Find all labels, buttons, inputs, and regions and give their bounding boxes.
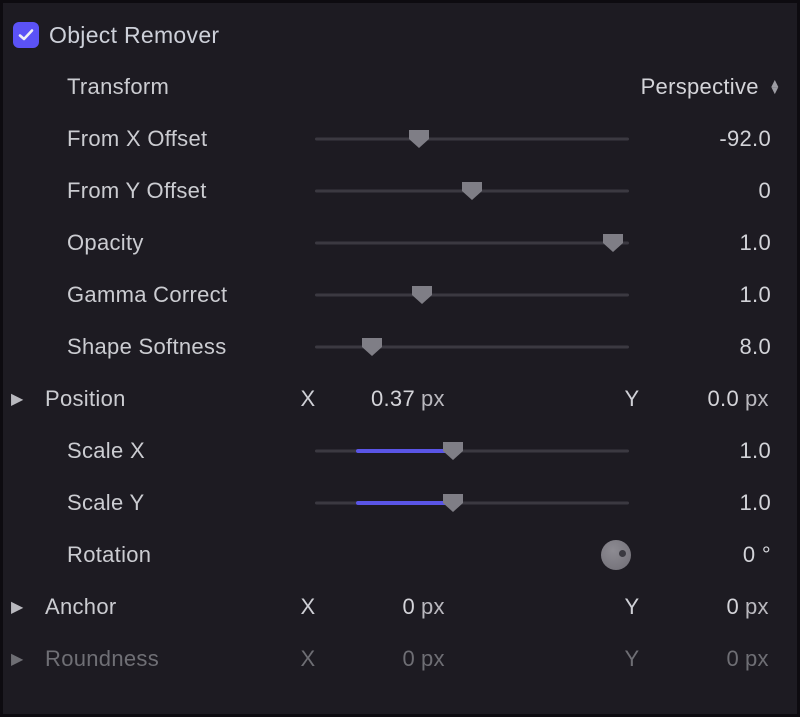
roundness-y-axis: Y	[617, 646, 647, 672]
roundness-x-axis: X	[293, 646, 323, 672]
roundness-row: ▶ Roundness X 0 px Y 0 px	[11, 633, 789, 685]
from-x-offset-label: From X Offset	[45, 126, 315, 152]
shape-softness-row: Shape Softness 8.0	[11, 321, 789, 373]
anchor-y-axis: Y	[617, 594, 647, 620]
scale-y-row: Scale Y 1.0	[11, 477, 789, 529]
slider-thumb-icon	[411, 285, 433, 305]
position-x-axis: X	[293, 386, 323, 412]
position-y-value[interactable]: 0.0	[647, 386, 745, 412]
from-y-offset-row: From Y Offset 0	[11, 165, 789, 217]
rotation-value[interactable]: 0 °	[641, 542, 789, 568]
anchor-disclosure[interactable]: ▶	[11, 597, 45, 617]
roundness-x-value[interactable]: 0	[323, 646, 421, 672]
slider-thumb-icon	[602, 233, 624, 253]
scale-y-value[interactable]: 1.0	[641, 490, 789, 516]
from-y-offset-value[interactable]: 0	[641, 178, 789, 204]
slider-thumb-icon	[442, 441, 464, 461]
triangle-right-icon: ▶	[11, 597, 24, 617]
from-y-offset-slider[interactable]	[315, 178, 629, 204]
gamma-correct-value[interactable]: 1.0	[641, 282, 789, 308]
roundness-y-value[interactable]: 0	[647, 646, 745, 672]
position-x-unit: px	[421, 386, 461, 412]
scale-x-row: Scale X 1.0	[11, 425, 789, 477]
checkmark-icon	[18, 27, 34, 43]
slider-thumb-icon	[361, 337, 383, 357]
transform-row: Transform Perspective ▲▼	[11, 61, 789, 113]
roundness-label: Roundness	[45, 646, 293, 672]
anchor-label: Anchor	[45, 594, 293, 620]
from-y-offset-label: From Y Offset	[45, 178, 315, 204]
gamma-correct-label: Gamma Correct	[45, 282, 315, 308]
shape-softness-slider[interactable]	[315, 334, 629, 360]
from-x-offset-value[interactable]: -92.0	[641, 126, 789, 152]
anchor-y-unit: px	[745, 594, 789, 620]
scale-x-value[interactable]: 1.0	[641, 438, 789, 464]
slider-thumb-icon	[461, 181, 483, 201]
scale-x-label: Scale X	[45, 438, 315, 464]
triangle-right-icon: ▶	[11, 649, 24, 669]
anchor-x-value[interactable]: 0	[323, 594, 421, 620]
rotation-dial[interactable]	[601, 540, 631, 570]
transform-dropdown[interactable]: Perspective ▲▼	[315, 74, 789, 100]
updown-icon: ▲▼	[769, 80, 781, 94]
effect-header-row: Object Remover	[11, 9, 789, 61]
from-x-offset-row: From X Offset -92.0	[11, 113, 789, 165]
rotation-row: Rotation 0 °	[11, 529, 789, 581]
gamma-correct-slider[interactable]	[315, 282, 629, 308]
from-x-offset-slider[interactable]	[315, 126, 629, 152]
effect-title: Object Remover	[49, 22, 219, 49]
opacity-value[interactable]: 1.0	[641, 230, 789, 256]
position-disclosure[interactable]: ▶	[11, 389, 45, 409]
opacity-row: Opacity 1.0	[11, 217, 789, 269]
slider-thumb-icon	[408, 129, 430, 149]
shape-softness-label: Shape Softness	[45, 334, 315, 360]
roundness-x-unit: px	[421, 646, 461, 672]
effect-enable-checkbox[interactable]	[11, 22, 45, 48]
roundness-disclosure[interactable]: ▶	[11, 649, 45, 669]
slider-thumb-icon	[442, 493, 464, 513]
scale-y-slider[interactable]	[315, 490, 629, 516]
scale-x-slider[interactable]	[315, 438, 629, 464]
transform-label: Transform	[45, 74, 315, 100]
opacity-label: Opacity	[45, 230, 315, 256]
position-y-unit: px	[745, 386, 789, 412]
position-y-axis: Y	[617, 386, 647, 412]
anchor-x-axis: X	[293, 594, 323, 620]
anchor-row: ▶ Anchor X 0 px Y 0 px	[11, 581, 789, 633]
transform-value: Perspective	[641, 74, 759, 100]
opacity-slider[interactable]	[315, 230, 629, 256]
scale-y-label: Scale Y	[45, 490, 315, 516]
anchor-x-unit: px	[421, 594, 461, 620]
anchor-y-value[interactable]: 0	[647, 594, 745, 620]
triangle-right-icon: ▶	[11, 389, 24, 409]
gamma-correct-row: Gamma Correct 1.0	[11, 269, 789, 321]
inspector-panel: Object Remover Transform Perspective ▲▼ …	[0, 0, 800, 717]
position-x-value[interactable]: 0.37	[323, 386, 421, 412]
position-label: Position	[45, 386, 293, 412]
shape-softness-value[interactable]: 8.0	[641, 334, 789, 360]
roundness-y-unit: px	[745, 646, 789, 672]
rotation-label: Rotation	[45, 542, 315, 568]
position-row: ▶ Position X 0.37 px Y 0.0 px	[11, 373, 789, 425]
